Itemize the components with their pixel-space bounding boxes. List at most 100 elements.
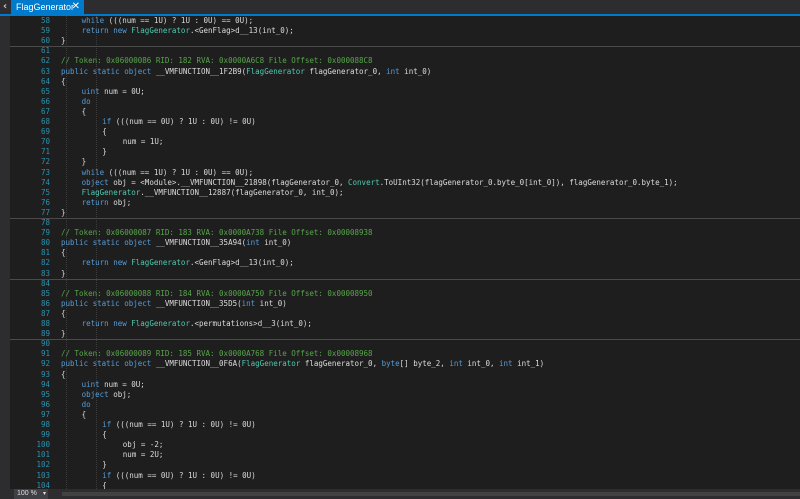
code-line: 74 object obj = <Module>.__VMFUNCTION__21… (10, 178, 800, 188)
status-bar: 100 % ▾ (0, 489, 800, 499)
code-text: public static object __VMFUNCTION__0F6A(… (61, 359, 545, 369)
code-text: public static object __VMFUNCTION__35D5(… (61, 298, 287, 308)
line-number: 65 (40, 86, 50, 96)
code-line: 94 uint num = 0U; (10, 380, 800, 390)
code-text: do (81, 399, 91, 409)
code-line: 86 public static object __VMFUNCTION__35D… (10, 299, 800, 309)
line-number: 79 (40, 228, 50, 238)
code-line: 73 while (((num == 1U) ? 1U : 0U) == 0U); (10, 168, 800, 178)
code-line: 82 return new FlagGenerator.<GenFlag>d__1… (10, 258, 800, 268)
code-text: } (102, 460, 107, 470)
code-line: 76 return obj; (10, 198, 800, 208)
code-line: 104 { (10, 481, 800, 489)
zoom-value: 100 % (17, 490, 37, 497)
code-line: 65 uint num = 0U; (10, 87, 800, 97)
line-number: 85 (40, 288, 50, 298)
code-text: if (((num == 0U) ? 1U : 0U) != 0U) (102, 117, 256, 126)
code-line: 80 public static object __VMFUNCTION__35A… (10, 238, 800, 248)
tab-flaggenerator[interactable]: FlagGenerator ✕ (11, 0, 84, 14)
code-line: 64 { (10, 77, 800, 87)
code-text: do (81, 96, 91, 106)
document-tab-bar: ‹ FlagGenerator ✕ (0, 0, 800, 16)
code-text: FlagGenerator.__VMFUNCTION__12887(flagGe… (81, 187, 344, 197)
code-text: uint num = 0U; (81, 379, 145, 389)
code-text: // Token: 0x06000088 RID: 184 RVA: 0x000… (61, 288, 373, 298)
code-text: } (102, 147, 107, 157)
code-text: num = 2U; (122, 450, 164, 460)
code-text: // Token: 0x06000086 RID: 182 RVA: 0x000… (61, 56, 373, 66)
code-line: 66 do (10, 97, 800, 107)
left-margin-bar (0, 16, 10, 489)
line-number: 95 (40, 389, 50, 399)
close-icon[interactable]: ✕ (72, 0, 80, 14)
line-number: 88 (40, 319, 50, 328)
code-editor[interactable]: 58 while (((num == 1U) ? 1U : 0U) == 0U);… (10, 16, 800, 489)
code-line: 68 if (((num == 0U) ? 1U : 0U) != 0U) (10, 117, 800, 127)
line-number: 60 (40, 36, 50, 46)
line-number: 63 (40, 66, 50, 76)
line-number: 96 (40, 399, 50, 409)
code-text: // Token: 0x06000087 RID: 183 RVA: 0x000… (61, 228, 373, 238)
line-number: 84 (40, 278, 50, 288)
line-number: 75 (40, 187, 50, 197)
code-line: 78 (10, 218, 800, 228)
line-number: 70 (40, 137, 50, 147)
line-number: 81 (40, 248, 50, 258)
code-text: while (((num == 1U) ? 1U : 0U) == 0U); (81, 16, 254, 25)
chevron-down-icon: ▾ (42, 491, 46, 497)
line-number: 104 (36, 480, 50, 489)
line-number: 64 (40, 76, 50, 86)
code-text: // Token: 0x06000089 RID: 185 RVA: 0x000… (61, 349, 373, 359)
code-line: 79 // Token: 0x06000087 RID: 183 RVA: 0x0… (10, 228, 800, 238)
code-line: 93 { (10, 370, 800, 380)
code-line: 92 public static object __VMFUNCTION__0F6… (10, 359, 800, 369)
code-line: 85 // Token: 0x06000088 RID: 184 RVA: 0x0… (10, 289, 800, 299)
line-number: 72 (40, 157, 50, 167)
code-text: public static object __VMFUNCTION__1F2B9… (61, 66, 432, 76)
code-text: { (102, 127, 107, 137)
horizontal-scrollbar[interactable] (62, 492, 800, 496)
line-number: 67 (40, 106, 50, 116)
code-line: 88 return new FlagGenerator.<permutations… (10, 319, 800, 329)
line-number: 74 (40, 177, 50, 187)
line-number: 101 (36, 450, 50, 460)
line-number: 91 (40, 349, 50, 359)
code-line: 63 public static object __VMFUNCTION__1F2… (10, 67, 800, 77)
line-number: 98 (40, 420, 50, 429)
code-text: } (61, 36, 66, 46)
code-line: 71} (10, 147, 800, 157)
code-line: 99 { (10, 430, 800, 440)
code-line: 61 (10, 46, 800, 56)
code-text: } (61, 268, 66, 278)
code-text: if (((num == 0U) ? 1U : 0U) != 0U) (102, 470, 256, 480)
code-text: obj = -2; (122, 440, 164, 450)
line-number: 71 (40, 147, 50, 157)
zoom-dropdown[interactable]: 100 % ▾ (14, 489, 48, 499)
code-text: return new FlagGenerator.<GenFlag>d__13(… (81, 258, 294, 268)
code-line: 70 num = 1U; (10, 137, 800, 147)
code-line: 102} (10, 460, 800, 470)
code-line: 62 // Token: 0x06000086 RID: 182 RVA: 0x0… (10, 56, 800, 66)
code-text: if (((num == 1U) ? 1U : 0U) != 0U) (102, 420, 256, 429)
line-number: 94 (40, 379, 50, 389)
line-number: 69 (40, 127, 50, 137)
code-line: 69 { (10, 127, 800, 137)
code-text: object obj = <Module>.__VMFUNCTION__2189… (81, 177, 678, 187)
line-number: 58 (40, 16, 50, 25)
code-line: 84 (10, 279, 800, 289)
line-number: 97 (40, 409, 50, 419)
line-number: 83 (40, 268, 50, 278)
line-number: 102 (36, 460, 50, 470)
line-number: 90 (40, 339, 50, 349)
code-line: 98 if (((num == 1U) ? 1U : 0U) != 0U) (10, 420, 800, 430)
code-line: 101 num = 2U; (10, 450, 800, 460)
line-number: 80 (40, 238, 50, 248)
code-text: num = 1U; (122, 137, 164, 147)
code-text: return obj; (81, 197, 132, 207)
code-text: uint num = 0U; (81, 86, 145, 96)
line-number: 61 (40, 46, 50, 56)
tab-scroll-left-icon[interactable]: ‹ (0, 0, 10, 14)
code-line: 97 { (10, 410, 800, 420)
code-line: 87 { (10, 309, 800, 319)
code-line: 75 FlagGenerator.__VMFUNCTION__12887(flag… (10, 188, 800, 198)
